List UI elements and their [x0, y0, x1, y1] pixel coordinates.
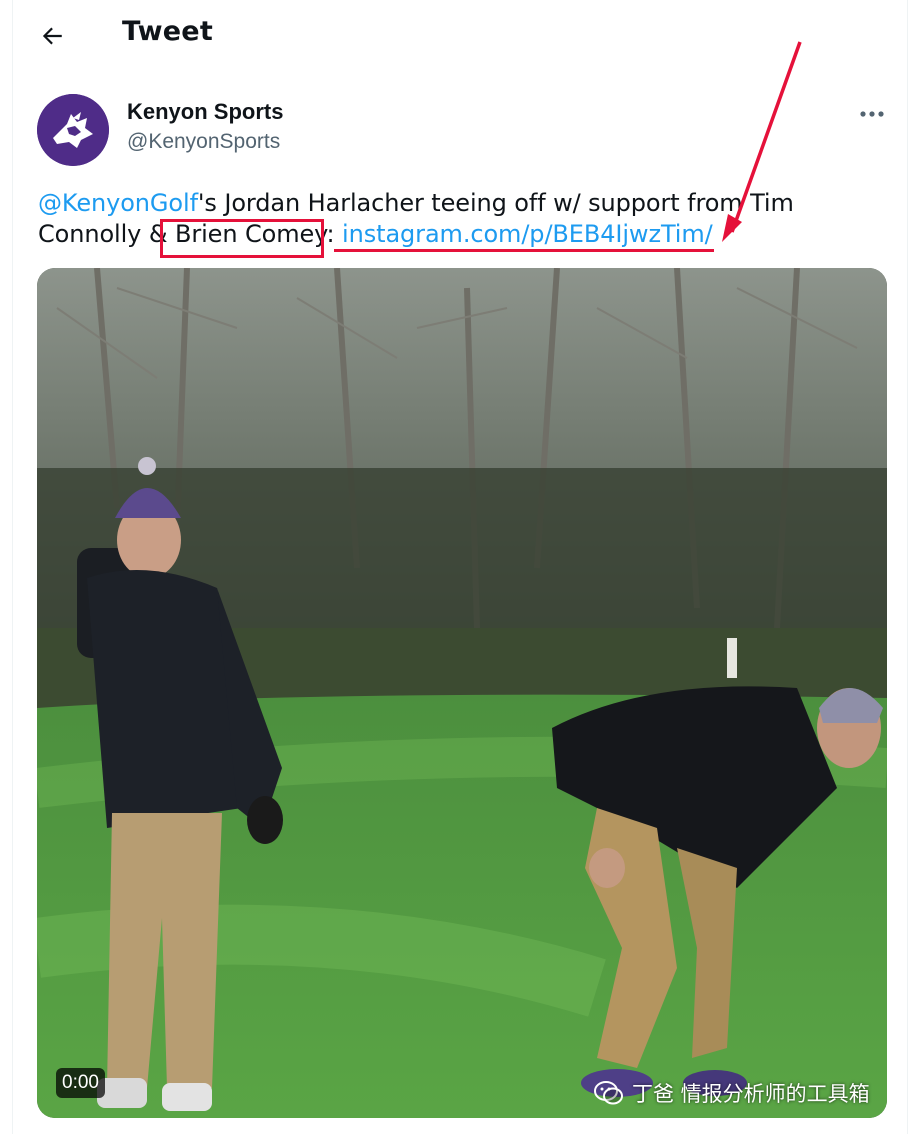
author-name[interactable]: Kenyon Sports — [127, 99, 283, 125]
kenyon-lords-logo-icon — [37, 94, 109, 166]
tweet-text-part-b: : — [326, 220, 343, 248]
video-player[interactable] — [37, 268, 887, 1118]
watermark-text: 丁爸 情报分析师的工具箱 — [632, 1082, 870, 1106]
annotation-arrow — [722, 41, 802, 242]
annotation-underline — [334, 249, 714, 252]
back-button[interactable] — [28, 14, 76, 58]
author-handle[interactable]: @KenyonSports — [127, 130, 280, 154]
video-frame-image — [37, 268, 887, 1118]
watermark: 丁爸 情报分析师的工具箱 — [594, 1076, 870, 1110]
annotation-box — [160, 219, 324, 258]
right-border — [907, 0, 908, 1134]
more-options-button[interactable] — [852, 96, 892, 132]
page-title: Tweet — [122, 16, 213, 47]
avatar[interactable] — [37, 94, 109, 166]
mention-link[interactable]: @KenyonGolf — [38, 189, 198, 217]
tweet-page: Tweet Kenyon Sports @KenyonSports @Kenyo… — [0, 0, 912, 1134]
left-border — [12, 0, 13, 1134]
more-horizontal-icon — [860, 111, 884, 117]
instagram-link[interactable]: instagram.com/p/BEB4IjwzTim/ — [342, 220, 713, 248]
wechat-icon — [594, 1081, 623, 1105]
arrow-left-icon — [42, 27, 62, 45]
video-timestamp: 0:00 — [56, 1068, 105, 1098]
